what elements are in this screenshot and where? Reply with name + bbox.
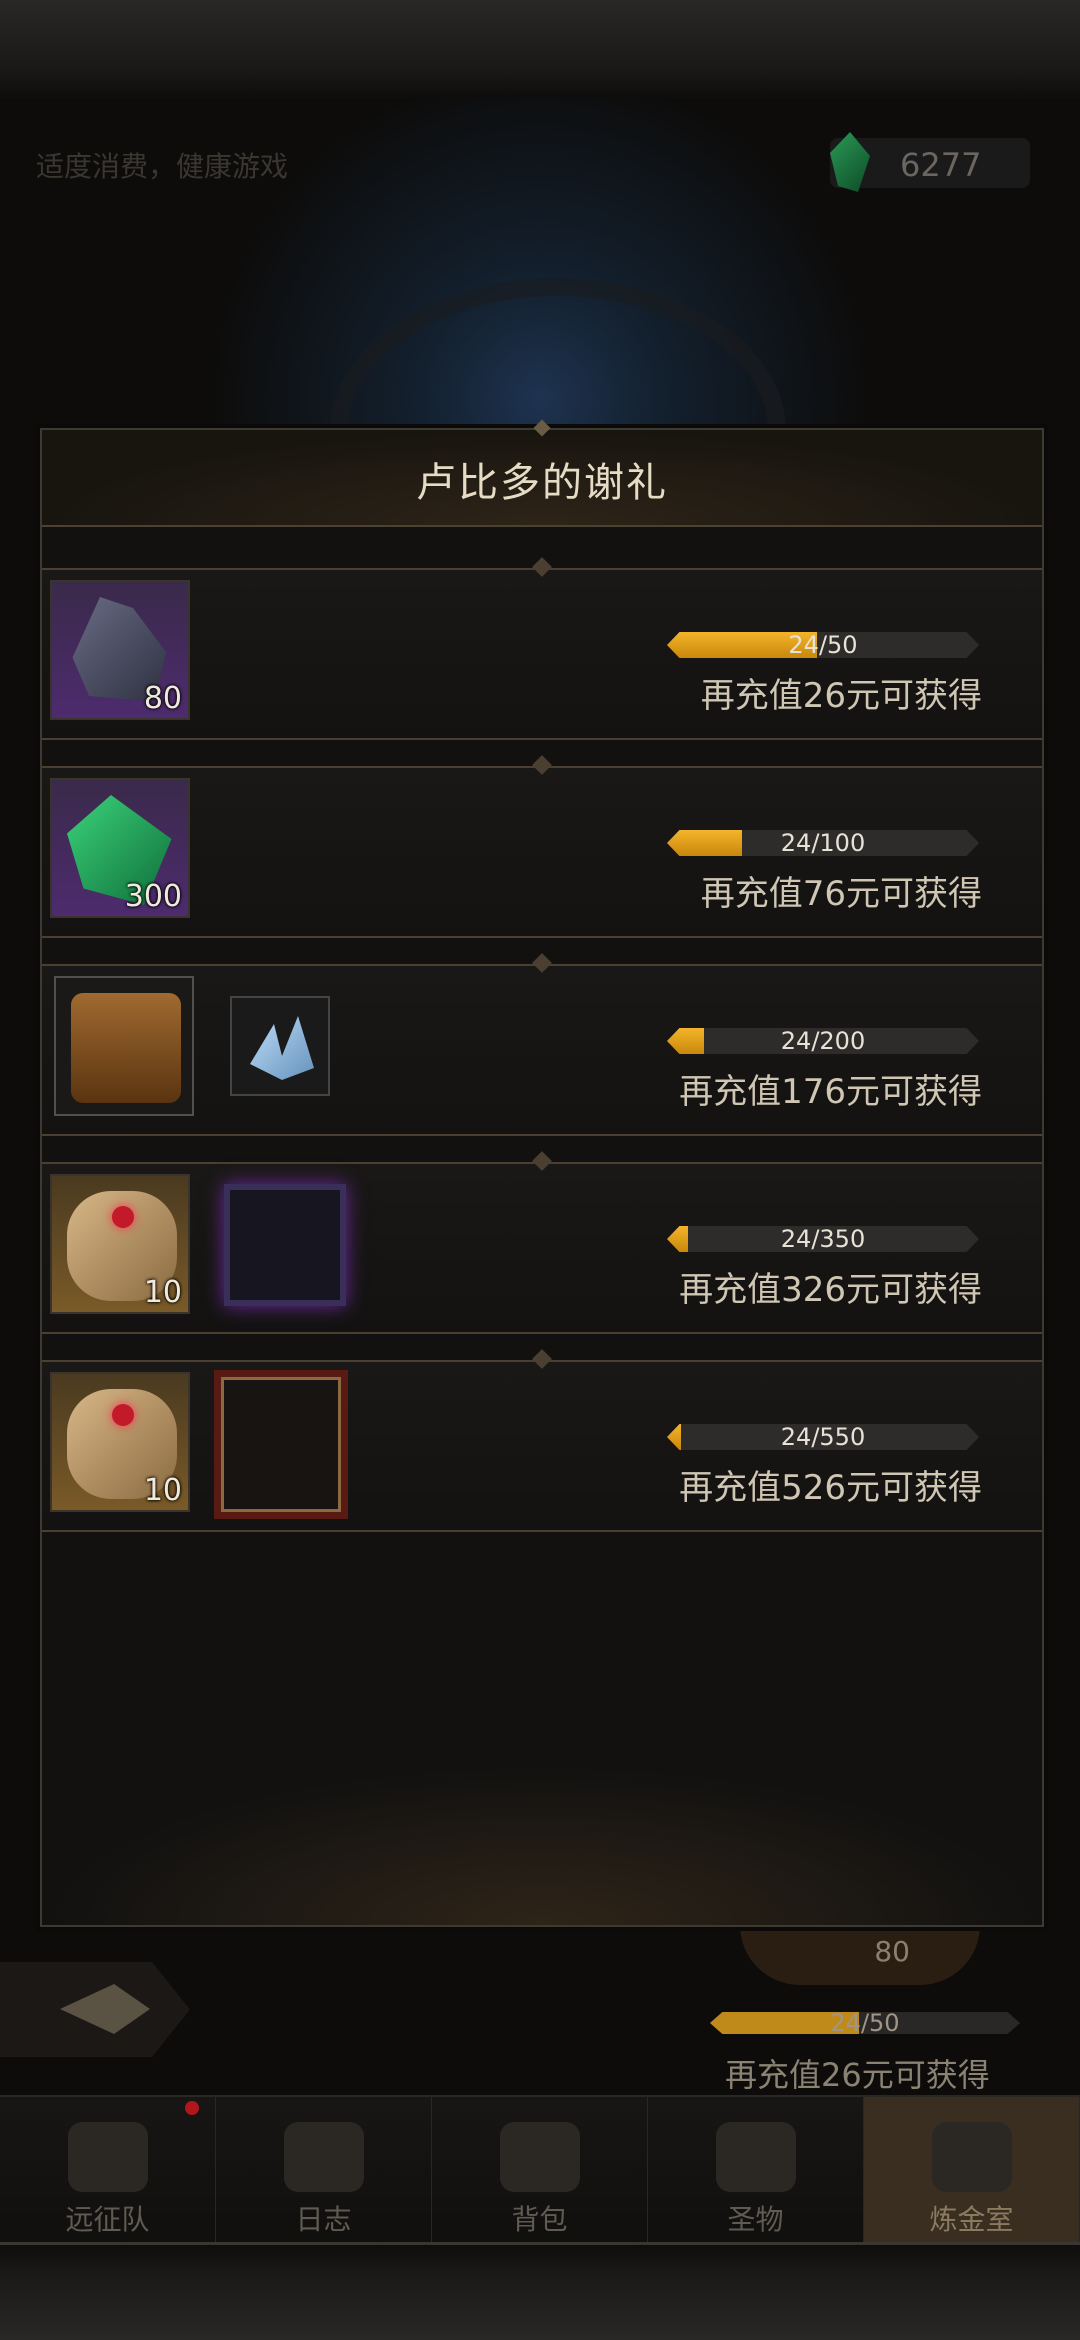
background-reward-qty: 80 (874, 1935, 910, 1968)
green-gem-icon (830, 132, 870, 192)
nav-label: 圣物 (727, 2203, 784, 2236)
row-divider-ornament (532, 1151, 552, 1171)
nav-expedition[interactable]: 远征队 (0, 2097, 216, 2247)
nav-journal[interactable]: 日志 (216, 2097, 432, 2247)
red-frame-icon[interactable] (214, 1370, 348, 1519)
backpack-icon (499, 2122, 580, 2192)
reward-modal: 卢比多的谢礼 80 24/50 再充值26元可获得 300 24/100 再充值… (40, 419, 1044, 1927)
row-divider-ornament (532, 1349, 552, 1369)
modal-header: 卢比多的谢礼 (42, 419, 1042, 527)
arrow-left-icon (60, 1984, 150, 2034)
modal-footer-ornament (42, 1765, 1042, 1925)
bottom-nav: 远征队 日志 背包 圣物 炼金室 (0, 2095, 1080, 2247)
row-divider-ornament (532, 953, 552, 973)
reward-item[interactable]: 300 (50, 778, 190, 918)
progress-text: 24/200 (780, 1027, 866, 1055)
reward-item[interactable]: 10 (50, 1174, 190, 1314)
alchemy-icon (931, 2122, 1012, 2192)
nav-label: 日志 (295, 2203, 352, 2236)
progress-bar: 24/550 (667, 1424, 979, 1450)
progress-text: 24/100 (780, 829, 866, 857)
health-notice: 适度消费，健康游戏 (36, 150, 289, 183)
modal-title: 卢比多的谢礼 (416, 460, 668, 506)
recharge-hint: 再充值526元可获得 (679, 1468, 982, 1508)
reward-row: 300 24/100 再充值76元可获得 (42, 755, 1042, 938)
recharge-hint: 再充值26元可获得 (700, 676, 982, 716)
reward-item[interactable]: 10 (50, 1372, 190, 1512)
recharge-hint: 再充值326元可获得 (679, 1270, 982, 1310)
nav-alchemy[interactable]: 炼金室 (864, 2097, 1080, 2247)
progress-bar: 24/100 (667, 830, 979, 856)
background-reward: 80 (740, 1925, 980, 1985)
reward-item[interactable] (230, 996, 330, 1096)
row-divider-ornament (532, 557, 552, 577)
relic-torch-icon (715, 2122, 796, 2192)
purple-frame-icon[interactable] (224, 1184, 346, 1306)
recharge-hint: 再充值176元可获得 (679, 1072, 982, 1112)
nav-label: 远征队 (65, 2203, 150, 2236)
reward-item[interactable] (54, 976, 194, 1116)
reward-row: 80 24/50 再充值26元可获得 (42, 557, 1042, 740)
reward-row: 10 24/350 再充值326元可获得 (42, 1151, 1042, 1334)
journal-icon (283, 2122, 364, 2192)
nav-label: 背包 (511, 2203, 568, 2236)
progress-text: 24/50 (788, 631, 858, 659)
treasure-chest-icon (71, 993, 181, 1103)
progress-text: 24/550 (780, 1423, 866, 1451)
background-progress-text: 24/50 (830, 2009, 900, 2037)
notification-dot (185, 2101, 199, 2115)
item-qty: 300 (124, 879, 182, 914)
reward-item[interactable]: 80 (50, 580, 190, 720)
progress-bar: 24/50 (667, 632, 979, 658)
background-progress-bar: 24/50 (710, 2012, 1020, 2034)
row-divider-ornament (532, 755, 552, 775)
bottom-frame (0, 2242, 1080, 2340)
item-qty: 80 (143, 681, 182, 716)
back-button[interactable] (0, 1962, 190, 2057)
reward-row: 10 24/550 再充值526元可获得 (42, 1349, 1042, 1532)
progress-bar: 24/350 (667, 1226, 979, 1252)
currency-amount: 6277 (900, 146, 982, 184)
progress-text: 24/350 (780, 1225, 866, 1253)
progress-bar: 24/200 (667, 1028, 979, 1054)
recharge-hint: 再充值76元可获得 (700, 874, 982, 914)
reward-row: 24/200 再充值176元可获得 (42, 953, 1042, 1136)
nav-label: 炼金室 (929, 2203, 1014, 2236)
ice-crystal-icon (250, 1016, 314, 1080)
nav-relics[interactable]: 圣物 (648, 2097, 864, 2247)
nav-backpack[interactable]: 背包 (432, 2097, 648, 2247)
top-frame (0, 0, 1080, 101)
item-qty: 10 (143, 1473, 182, 1508)
background-hint: 再充值26元可获得 (725, 2056, 990, 2094)
item-qty: 10 (143, 1275, 182, 1310)
currency-display[interactable]: 6277 (830, 132, 1030, 192)
viking-helmet-icon (67, 2122, 148, 2192)
